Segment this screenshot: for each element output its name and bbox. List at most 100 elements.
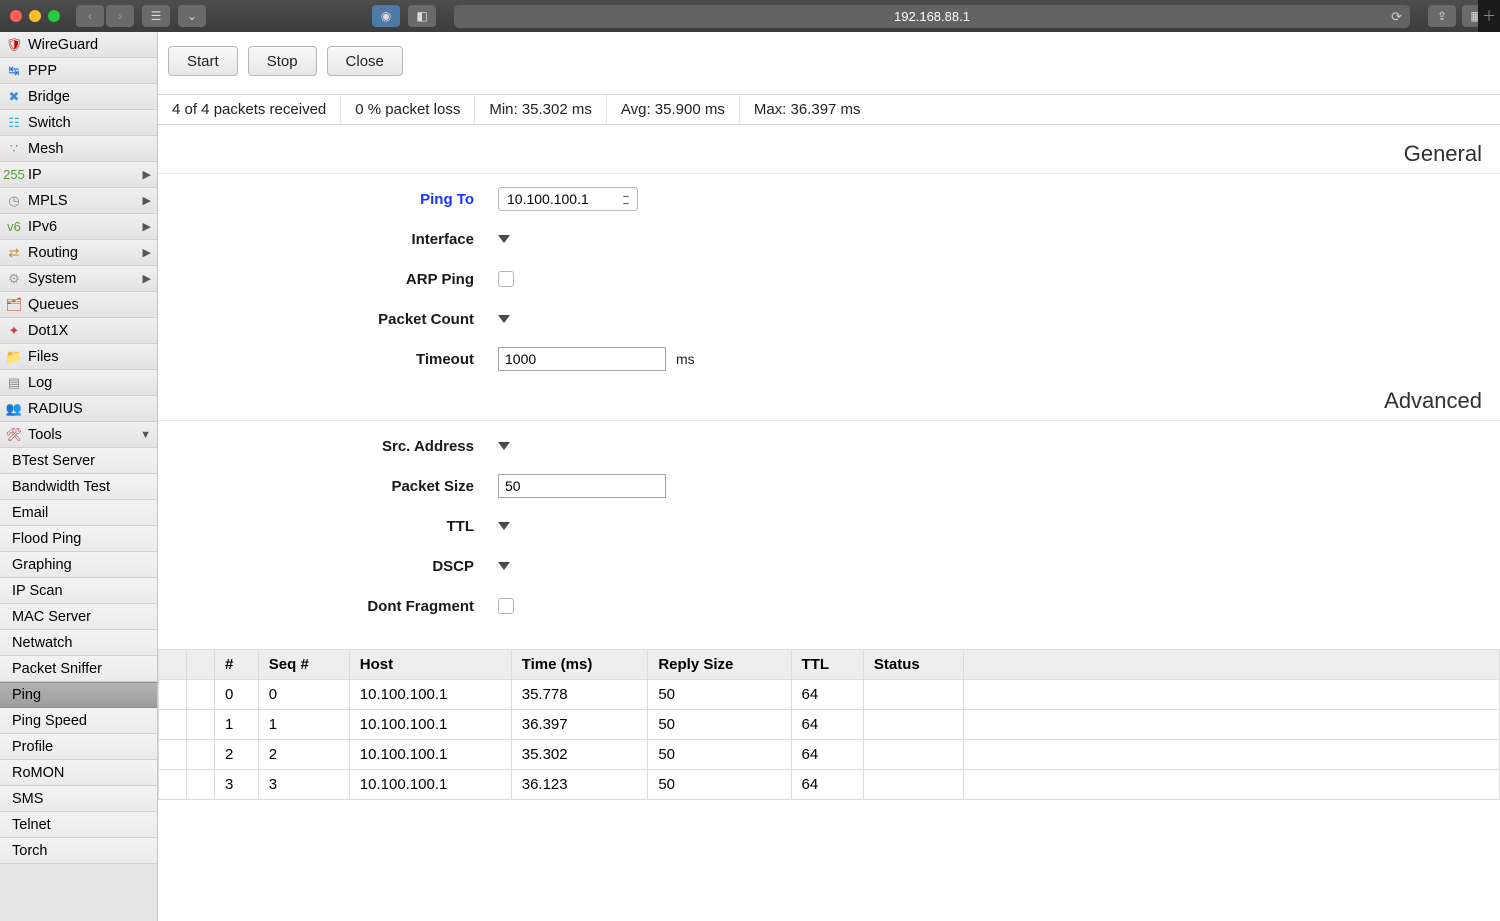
table-row[interactable]: 2210.100.100.135.3025064 bbox=[159, 740, 1500, 770]
sidebar-item-tools[interactable]: 🛠Tools▼ bbox=[0, 422, 157, 448]
system-icon: ⚙ bbox=[6, 271, 22, 287]
col-reply[interactable]: Reply Size bbox=[648, 650, 791, 680]
dot1x-icon: ✦ bbox=[6, 323, 22, 339]
sidebar-subitem-telnet[interactable]: Telnet bbox=[0, 812, 157, 838]
sidebar-item-system[interactable]: ⚙System▶ bbox=[0, 266, 157, 292]
sidebar-item-ppp[interactable]: ↹PPP bbox=[0, 58, 157, 84]
cell-ttl: 64 bbox=[791, 740, 863, 770]
sidebar-item-files[interactable]: 📁Files bbox=[0, 344, 157, 370]
sidebar-item-ip[interactable]: 255IP▶ bbox=[0, 162, 157, 188]
sidebar-subitem-bandwidth-test[interactable]: Bandwidth Test bbox=[0, 474, 157, 500]
sidebar-subitem-netwatch[interactable]: Netwatch bbox=[0, 630, 157, 656]
sidebar-subitem-btest-server[interactable]: BTest Server bbox=[0, 448, 157, 474]
col-num[interactable]: # bbox=[215, 650, 259, 680]
sidebar-item-wireguard[interactable]: 🛡WireGuard bbox=[0, 32, 157, 58]
window-zoom-button[interactable] bbox=[48, 10, 60, 22]
arp-ping-checkbox[interactable] bbox=[498, 271, 514, 287]
sidebar-subitem-sms[interactable]: SMS bbox=[0, 786, 157, 812]
share-button[interactable]: ⇪ bbox=[1428, 5, 1456, 27]
cell-reply: 50 bbox=[648, 770, 791, 800]
ping-to-value: 10.100.100.1 bbox=[507, 191, 589, 207]
cell-ttl: 64 bbox=[791, 680, 863, 710]
sidebar-subitem-email[interactable]: Email bbox=[0, 500, 157, 526]
sidebar-subitem-romon[interactable]: RoMON bbox=[0, 760, 157, 786]
sidebar-item-radius[interactable]: 👥RADIUS bbox=[0, 396, 157, 422]
src-address-expand-toggle[interactable] bbox=[498, 442, 510, 450]
sidebar-subitem-ip-scan[interactable]: IP Scan bbox=[0, 578, 157, 604]
sidebar-item-ipv6[interactable]: v6IPv6▶ bbox=[0, 214, 157, 240]
label-packet-count: Packet Count bbox=[158, 311, 498, 328]
sidebar-item-label: BTest Server bbox=[12, 453, 95, 469]
packet-size-input[interactable] bbox=[498, 474, 666, 498]
ttl-expand-toggle[interactable] bbox=[498, 522, 510, 530]
sidebar-toggle-button[interactable]: ☰ bbox=[142, 5, 170, 27]
col-spacer-2 bbox=[187, 650, 215, 680]
cell-num: 2 bbox=[215, 740, 259, 770]
sidebar-subitem-ping[interactable]: Ping bbox=[0, 682, 157, 708]
label-ping-to: Ping To bbox=[158, 191, 498, 208]
cell-spacer bbox=[963, 710, 1499, 740]
sidebar-item-queues[interactable]: 🗂Queues bbox=[0, 292, 157, 318]
sidebar-subitem-torch[interactable]: Torch bbox=[0, 838, 157, 864]
sidebar-subitem-graphing[interactable]: Graphing bbox=[0, 552, 157, 578]
sidebar-item-bridge[interactable]: ✖Bridge bbox=[0, 84, 157, 110]
window-close-button[interactable] bbox=[10, 10, 22, 22]
privacy-report-button[interactable]: ◉ bbox=[372, 5, 400, 27]
shield-button[interactable]: ◧ bbox=[408, 5, 436, 27]
sidebar-item-log[interactable]: ▤Log bbox=[0, 370, 157, 396]
mpls-icon: ◷ bbox=[6, 193, 22, 209]
dscp-expand-toggle[interactable] bbox=[498, 562, 510, 570]
sidebar-item-dot1x[interactable]: ✦Dot1X bbox=[0, 318, 157, 344]
cell-reply: 50 bbox=[648, 680, 791, 710]
cell-seq: 2 bbox=[258, 740, 349, 770]
sidebar-subitem-packet-sniffer[interactable]: Packet Sniffer bbox=[0, 656, 157, 682]
start-button[interactable]: Start bbox=[168, 46, 238, 76]
submenu-arrow-icon: ▶ bbox=[143, 168, 151, 181]
sidebar-item-mpls[interactable]: ◷MPLS▶ bbox=[0, 188, 157, 214]
cell-time: 36.397 bbox=[511, 710, 648, 740]
col-time[interactable]: Time (ms) bbox=[511, 650, 648, 680]
sidebar-item-switch[interactable]: ☷Switch bbox=[0, 110, 157, 136]
sidebar-item-routing[interactable]: ⇄Routing▶ bbox=[0, 240, 157, 266]
window-minimize-button[interactable] bbox=[29, 10, 41, 22]
sidebar-item-mesh[interactable]: ∵Mesh bbox=[0, 136, 157, 162]
col-status[interactable]: Status bbox=[863, 650, 963, 680]
sidebar-subitem-mac-server[interactable]: MAC Server bbox=[0, 604, 157, 630]
cell-time: 36.123 bbox=[511, 770, 648, 800]
tab-group-dropdown[interactable]: ⌄ bbox=[178, 5, 206, 27]
table-row[interactable]: 0010.100.100.135.7785064 bbox=[159, 680, 1500, 710]
col-host[interactable]: Host bbox=[349, 650, 511, 680]
sidebar-item-label: Files bbox=[28, 349, 59, 365]
sidebar-item-label: Bandwidth Test bbox=[12, 479, 110, 495]
sidebar-subitem-flood-ping[interactable]: Flood Ping bbox=[0, 526, 157, 552]
label-dscp: DSCP bbox=[158, 558, 498, 575]
sidebar-subitem-profile[interactable]: Profile bbox=[0, 734, 157, 760]
cell-spacer bbox=[187, 710, 215, 740]
table-row[interactable]: 1110.100.100.136.3975064 bbox=[159, 710, 1500, 740]
nav-forward-button[interactable]: › bbox=[106, 5, 134, 27]
submenu-arrow-icon: ▶ bbox=[143, 246, 151, 259]
status-loss: 0 % packet loss bbox=[341, 95, 475, 124]
sidebar-item-label: MPLS bbox=[28, 193, 68, 209]
stop-button[interactable]: Stop bbox=[248, 46, 317, 76]
sidebar-item-label: Telnet bbox=[12, 817, 51, 833]
ping-to-combobox[interactable]: 10.100.100.1 bbox=[498, 187, 638, 211]
sidebar-subitem-ping-speed[interactable]: Ping Speed bbox=[0, 708, 157, 734]
action-button-row: Start Stop Close bbox=[158, 46, 1500, 76]
col-ttl[interactable]: TTL bbox=[791, 650, 863, 680]
browser-titlebar: ‹ › ☰ ⌄ ◉ ◧ 192.168.88.1 ⟳ ⇪ ▦ bbox=[0, 0, 1500, 32]
dont-fragment-checkbox[interactable] bbox=[498, 598, 514, 614]
timeout-input[interactable] bbox=[498, 347, 666, 371]
nav-back-button[interactable]: ‹ bbox=[76, 5, 104, 27]
packet-count-expand-toggle[interactable] bbox=[498, 315, 510, 323]
sidebar-item-label: SMS bbox=[12, 791, 43, 807]
close-button[interactable]: Close bbox=[327, 46, 403, 76]
address-bar[interactable]: 192.168.88.1 ⟳ bbox=[454, 5, 1410, 28]
new-tab-button[interactable]: ＋ bbox=[1478, 0, 1500, 32]
cell-num: 3 bbox=[215, 770, 259, 800]
interface-expand-toggle[interactable] bbox=[498, 235, 510, 243]
sidebar-item-label: Ping Speed bbox=[12, 713, 87, 729]
col-seq[interactable]: Seq # bbox=[258, 650, 349, 680]
reload-icon[interactable]: ⟳ bbox=[1391, 9, 1402, 25]
table-row[interactable]: 3310.100.100.136.1235064 bbox=[159, 770, 1500, 800]
